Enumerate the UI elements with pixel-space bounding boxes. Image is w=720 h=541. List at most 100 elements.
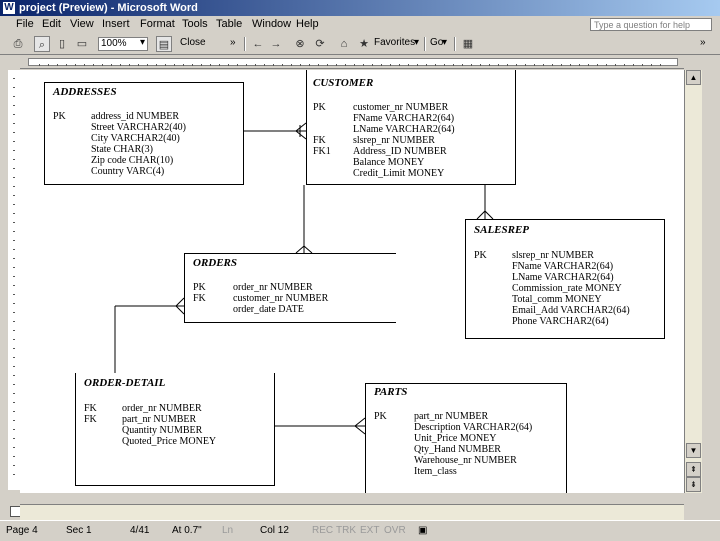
ruler-tick [13, 276, 15, 277]
show-web-toolbar-icon[interactable]: ▦ [460, 36, 476, 52]
ruler-tick [525, 64, 526, 66]
word-app-icon[interactable]: W [3, 2, 15, 14]
ruler-tick [588, 64, 589, 66]
refresh-icon[interactable]: ⟳ [312, 36, 328, 52]
ruler-tick [219, 64, 220, 66]
spelling-status-icon[interactable]: ▣ [418, 525, 427, 536]
status-rec[interactable]: REC [312, 525, 333, 536]
toolbar-separator [454, 37, 456, 51]
toolbar-options-icon[interactable]: » [700, 37, 706, 48]
ruler-tick [13, 222, 15, 223]
ruler-tick [543, 64, 544, 66]
horizontal-scrollbar[interactable] [20, 504, 684, 521]
ruler-tick [13, 159, 15, 160]
ruler-tick [13, 285, 15, 286]
ruler-tick [417, 64, 418, 66]
ruler-tick [309, 64, 310, 66]
menu-format[interactable]: Format [140, 18, 175, 30]
favorites-dropdown-icon[interactable]: ▾ [414, 37, 419, 48]
ruler-tick [13, 375, 15, 376]
ruler-tick [174, 64, 175, 66]
favorites-menu[interactable]: Favorites [374, 37, 415, 48]
close-preview-button[interactable]: Close [180, 37, 206, 48]
previous-page-icon[interactable]: ⇞ [686, 462, 701, 477]
ruler-tick [13, 105, 15, 106]
menu-window[interactable]: Window [252, 18, 291, 30]
menu-file[interactable]: File [16, 18, 34, 30]
ruler-tick [13, 447, 15, 448]
ruler-tick [13, 402, 15, 403]
ruler-tick [489, 64, 490, 66]
toolbar-separator [424, 37, 426, 51]
ruler-tick [13, 384, 15, 385]
vertical-scrollbar[interactable]: ▲ ▼ ⇞ ⇟ [684, 70, 702, 493]
ruler-tick [13, 429, 15, 430]
menu-edit[interactable]: Edit [42, 18, 61, 30]
horizontal-ruler[interactable] [20, 56, 684, 69]
forward-arrow-icon[interactable]: → [268, 36, 284, 52]
magnifier-icon[interactable]: ⌕ [34, 36, 50, 52]
scroll-up-icon[interactable]: ▲ [686, 70, 701, 85]
ruler-tick [273, 64, 274, 66]
ruler-tick [570, 64, 571, 66]
document-page[interactable]: ADDRESSES PK address_id NUMBER Street VA… [20, 70, 684, 493]
print-icon[interactable]: ⎙ [10, 36, 26, 52]
ruler-tick [408, 64, 409, 66]
view-ruler-icon[interactable]: ▤ [156, 36, 172, 52]
one-page-icon[interactable]: ▯ [54, 36, 70, 52]
ruler-tick [606, 64, 607, 66]
ruler-tick [246, 64, 247, 66]
ruler-tick [129, 64, 130, 66]
ruler-tick [13, 231, 15, 232]
ruler-tick [228, 64, 229, 66]
next-page-icon[interactable]: ⇟ [686, 477, 701, 492]
ruler-tick [13, 474, 15, 475]
ruler-tick [660, 64, 661, 66]
ruler-tick [13, 186, 15, 187]
menu-insert[interactable]: Insert [102, 18, 130, 30]
favorites-icon[interactable]: ★ [356, 36, 372, 52]
ruler-tick [399, 64, 400, 66]
ruler-tick [534, 64, 535, 66]
status-trk[interactable]: TRK [336, 525, 356, 536]
ruler-tick [156, 64, 157, 66]
ruler-tick [13, 303, 15, 304]
ruler-tick [48, 64, 49, 66]
status-ext[interactable]: EXT [360, 525, 379, 536]
ruler-tick [498, 64, 499, 66]
ruler-tick [13, 249, 15, 250]
go-dropdown-icon[interactable]: ▾ [442, 37, 447, 48]
zoom-dropdown-arrow-icon[interactable]: ▾ [140, 37, 145, 48]
multiple-pages-icon[interactable]: ▭ [74, 36, 90, 52]
ruler-tick [13, 258, 15, 259]
ruler-tick [300, 64, 301, 66]
menu-view[interactable]: View [70, 18, 94, 30]
menu-tools[interactable]: Tools [182, 18, 208, 30]
ruler-tick [138, 64, 139, 66]
ruler-tick [444, 64, 445, 66]
ruler-tick [633, 64, 634, 66]
ruler-tick [624, 64, 625, 66]
stop-icon[interactable]: ⊗ [292, 36, 308, 52]
status-line: Ln [222, 525, 234, 536]
help-question-input[interactable]: Type a question for help [590, 18, 712, 31]
home-icon[interactable]: ⌂ [336, 36, 352, 52]
ruler-tick [336, 64, 337, 66]
ruler-tick [13, 366, 15, 367]
ruler-tick [363, 64, 364, 66]
ruler-tick [39, 64, 40, 66]
menu-help[interactable]: Help [296, 18, 319, 30]
ruler-tick [651, 64, 652, 66]
back-arrow-icon[interactable]: ← [250, 36, 266, 52]
ruler-tick [13, 465, 15, 466]
ruler-tick [13, 132, 15, 133]
ruler-tick [435, 64, 436, 66]
menu-table[interactable]: Table [216, 18, 242, 30]
ruler-tick [462, 64, 463, 66]
ruler-tick [615, 64, 616, 66]
ruler-tick [642, 64, 643, 66]
status-ovr[interactable]: OVR [384, 525, 406, 536]
scroll-down-icon[interactable]: ▼ [686, 443, 701, 458]
toolbar-options-icon[interactable]: » [230, 37, 236, 48]
ruler-tick [354, 64, 355, 66]
